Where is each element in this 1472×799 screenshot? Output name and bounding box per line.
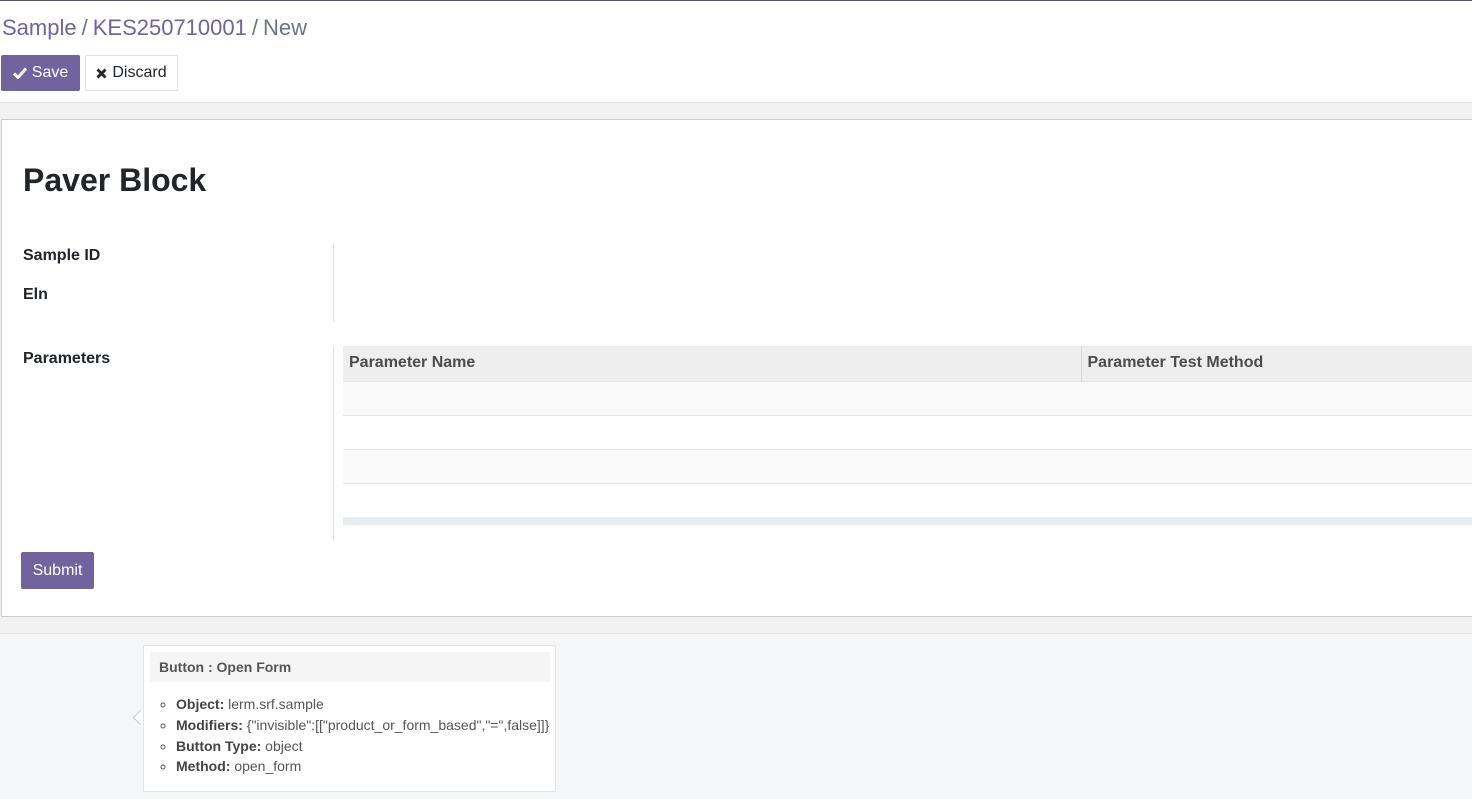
tooltip-item-object: Object: lerm.srf.sample [176, 694, 549, 715]
parameters-label: Parameters [23, 350, 111, 367]
check-icon [12, 67, 27, 79]
record-title: Paver Block [23, 162, 207, 198]
tooltip-item-modifiers: Modifiers: {"invisible":[["product_or_fo… [176, 715, 549, 736]
discard-button[interactable]: Discard [85, 55, 178, 91]
save-button[interactable]: Save [1, 55, 80, 91]
tooltip-item-value: lerm.srf.sample [224, 696, 324, 712]
form-sheet-background: Paver Block Sample ID Eln Parameters Par… [0, 103, 1472, 634]
submit-button[interactable]: Submit [21, 552, 94, 589]
tooltip-header: Button : Open Form [150, 652, 550, 682]
table-cell [1081, 482, 1472, 517]
table-row[interactable] [343, 414, 1472, 449]
tooltip-item-method: Method: open_form [176, 756, 549, 777]
table-cell [1081, 414, 1472, 449]
table-cell [343, 448, 1081, 483]
tooltip-list: Object: lerm.srf.sample Modifiers: {"inv… [158, 694, 549, 777]
breadcrumb-item-record[interactable]: KES250710001 [93, 15, 247, 40]
breadcrumb-separator: / [251, 15, 258, 40]
sample-id-label: Sample ID [23, 247, 101, 264]
table-cell [1081, 380, 1472, 415]
table-cell [1081, 448, 1472, 483]
breadcrumb-separator: / [81, 15, 88, 40]
group-divider [333, 346, 334, 540]
table-row[interactable] [343, 448, 1472, 483]
tooltip-item-label: Method: [176, 758, 231, 775]
tooltip-item-value: {"invisible":[["product_or_form_based","… [242, 716, 550, 733]
table-cell [343, 482, 1081, 517]
eln-label: Eln [23, 286, 48, 303]
tooltip-item-label: Button Type: [176, 737, 262, 754]
x-icon [96, 68, 107, 79]
table-cell [343, 380, 1081, 415]
table-row[interactable] [343, 482, 1472, 517]
discard-button-label: Discard [112, 64, 167, 81]
parameters-table: Parameter Name Parameter Test Method [343, 346, 1472, 525]
save-button-label: Save [31, 64, 69, 81]
tooltip-item-label: Modifiers: [176, 716, 243, 733]
control-panel: Sample / KES250710001/New Save Discard [0, 1, 1472, 103]
tooltip-item-label: Object: [176, 696, 225, 712]
debug-tooltip: Button : Open Form Object: lerm.srf.samp… [143, 645, 556, 792]
tooltip-item-button-type: Button Type: object [176, 736, 549, 757]
tooltip-item-value: object [261, 737, 303, 754]
group-divider [333, 243, 334, 322]
breadcrumb: Sample / KES250710001/New [2, 15, 307, 41]
breadcrumb-item-sample[interactable]: Sample [2, 15, 77, 40]
table-footer [343, 516, 1472, 525]
table-row[interactable] [343, 380, 1472, 415]
breadcrumb-item-active: New [262, 15, 307, 40]
column-header-parameter-name[interactable]: Parameter Name [343, 346, 1082, 381]
form-sheet: Paver Block Sample ID Eln Parameters Par… [1, 119, 1472, 617]
table-cell [343, 414, 1081, 449]
tooltip-item-value: open_form [230, 758, 302, 775]
column-header-parameter-test-method[interactable]: Parameter Test Method [1081, 346, 1472, 381]
